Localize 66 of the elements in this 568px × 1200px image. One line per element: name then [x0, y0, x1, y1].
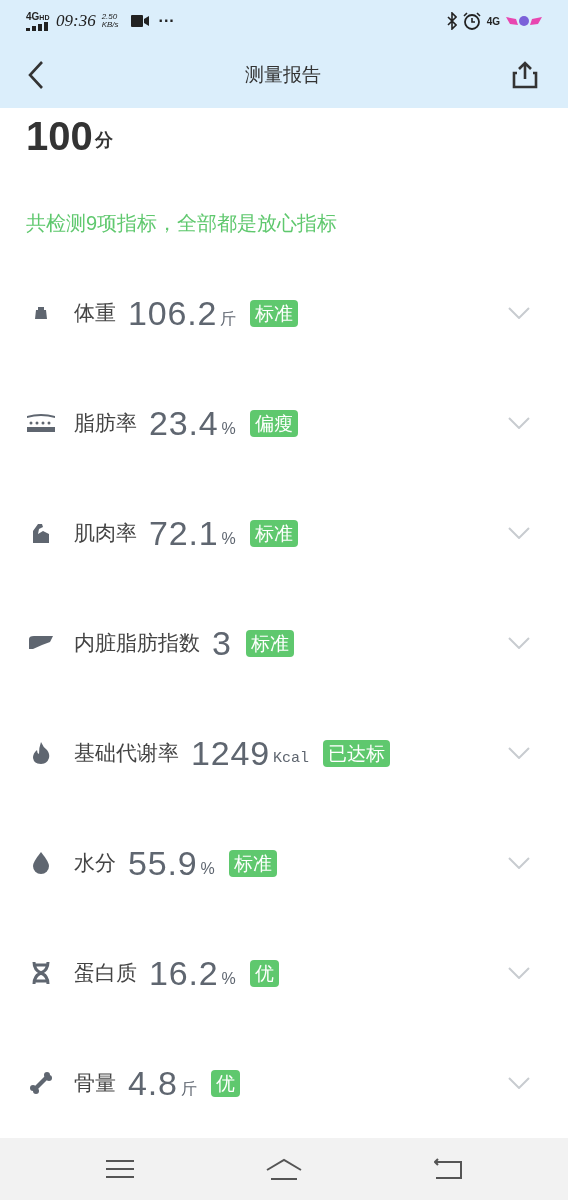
- score-unit: 分: [94, 129, 113, 152]
- network-label: 4G: [486, 14, 500, 29]
- layers-icon: [27, 414, 55, 432]
- status-tag: 标准: [250, 299, 299, 327]
- metric-value: 55.9: [128, 842, 198, 884]
- metric-name: 水分: [74, 850, 116, 877]
- chevron-icon: [508, 417, 530, 429]
- status-tag: 标准: [249, 519, 298, 547]
- metric-name: 蛋白质: [74, 960, 137, 987]
- metric-name: 脂肪率: [74, 410, 137, 437]
- metric-name: 骨量: [74, 1070, 116, 1097]
- liver-icon: [28, 636, 54, 650]
- status-tag: 优: [210, 1069, 240, 1097]
- metric-name: 肌肉率: [74, 520, 137, 547]
- drop-icon: [33, 852, 49, 874]
- status-tag: 已达标: [323, 739, 391, 767]
- metric-value: 23.4: [149, 402, 219, 444]
- chevron-icon: [508, 857, 530, 869]
- chevron-icon: [508, 967, 530, 979]
- status-time: 09:36: [56, 10, 96, 33]
- share-icon: [512, 61, 538, 89]
- page-title: 测量报告: [245, 62, 321, 87]
- back-icon: [28, 60, 44, 90]
- arm-icon: [31, 523, 51, 543]
- chevron-icon: [508, 527, 530, 539]
- metric-unit: Kcal: [273, 748, 310, 769]
- metric-unit: %: [221, 969, 236, 989]
- video-icon: [130, 15, 149, 27]
- dna-icon: [32, 961, 50, 985]
- metric-name: 体重: [74, 300, 116, 327]
- chevron-icon: [508, 637, 530, 649]
- flame-icon: [32, 742, 50, 764]
- status-tag: 标准: [245, 629, 294, 657]
- metric-value: 72.1: [149, 512, 219, 554]
- home-icon: [265, 1158, 303, 1180]
- alarm-icon: [462, 12, 481, 30]
- battery-sticker-icon: [506, 14, 542, 28]
- metric-unit: %: [221, 419, 236, 439]
- metric-value: 106.2: [128, 292, 218, 334]
- bone-icon: [30, 1072, 52, 1094]
- signal-icon: [26, 21, 50, 31]
- bluetooth-icon: [446, 12, 457, 30]
- menu-icon: [105, 1159, 134, 1179]
- back-arrow-icon: [434, 1158, 463, 1180]
- chevron-icon: [508, 307, 530, 319]
- summary-text: 共检测9项指标，全部都是放心指标: [26, 211, 339, 236]
- speed-value: 2.50: [101, 13, 119, 21]
- weight-icon: [34, 306, 48, 320]
- status-tag: 偏瘦: [249, 409, 298, 437]
- score-value: 100: [26, 116, 93, 156]
- metric-name: 基础代谢率: [74, 740, 179, 767]
- speed-unit: KB/s: [101, 21, 119, 29]
- metric-value: 3: [212, 622, 232, 664]
- more-indicator: ···: [158, 11, 175, 31]
- status-tag: 优: [249, 959, 279, 987]
- metric-value: 4.8: [128, 1062, 178, 1104]
- metric-unit: 斤: [220, 309, 237, 329]
- metric-unit: 斤: [180, 1079, 197, 1099]
- chevron-icon: [508, 747, 530, 759]
- metric-value: 16.2: [149, 952, 219, 994]
- chevron-icon: [508, 1077, 530, 1089]
- status-tag: 标准: [228, 849, 277, 877]
- metric-name: 内脏脂肪指数: [74, 630, 200, 657]
- metric-unit: %: [221, 529, 236, 549]
- metric-unit: %: [200, 859, 215, 879]
- metric-value: 1249: [191, 732, 271, 774]
